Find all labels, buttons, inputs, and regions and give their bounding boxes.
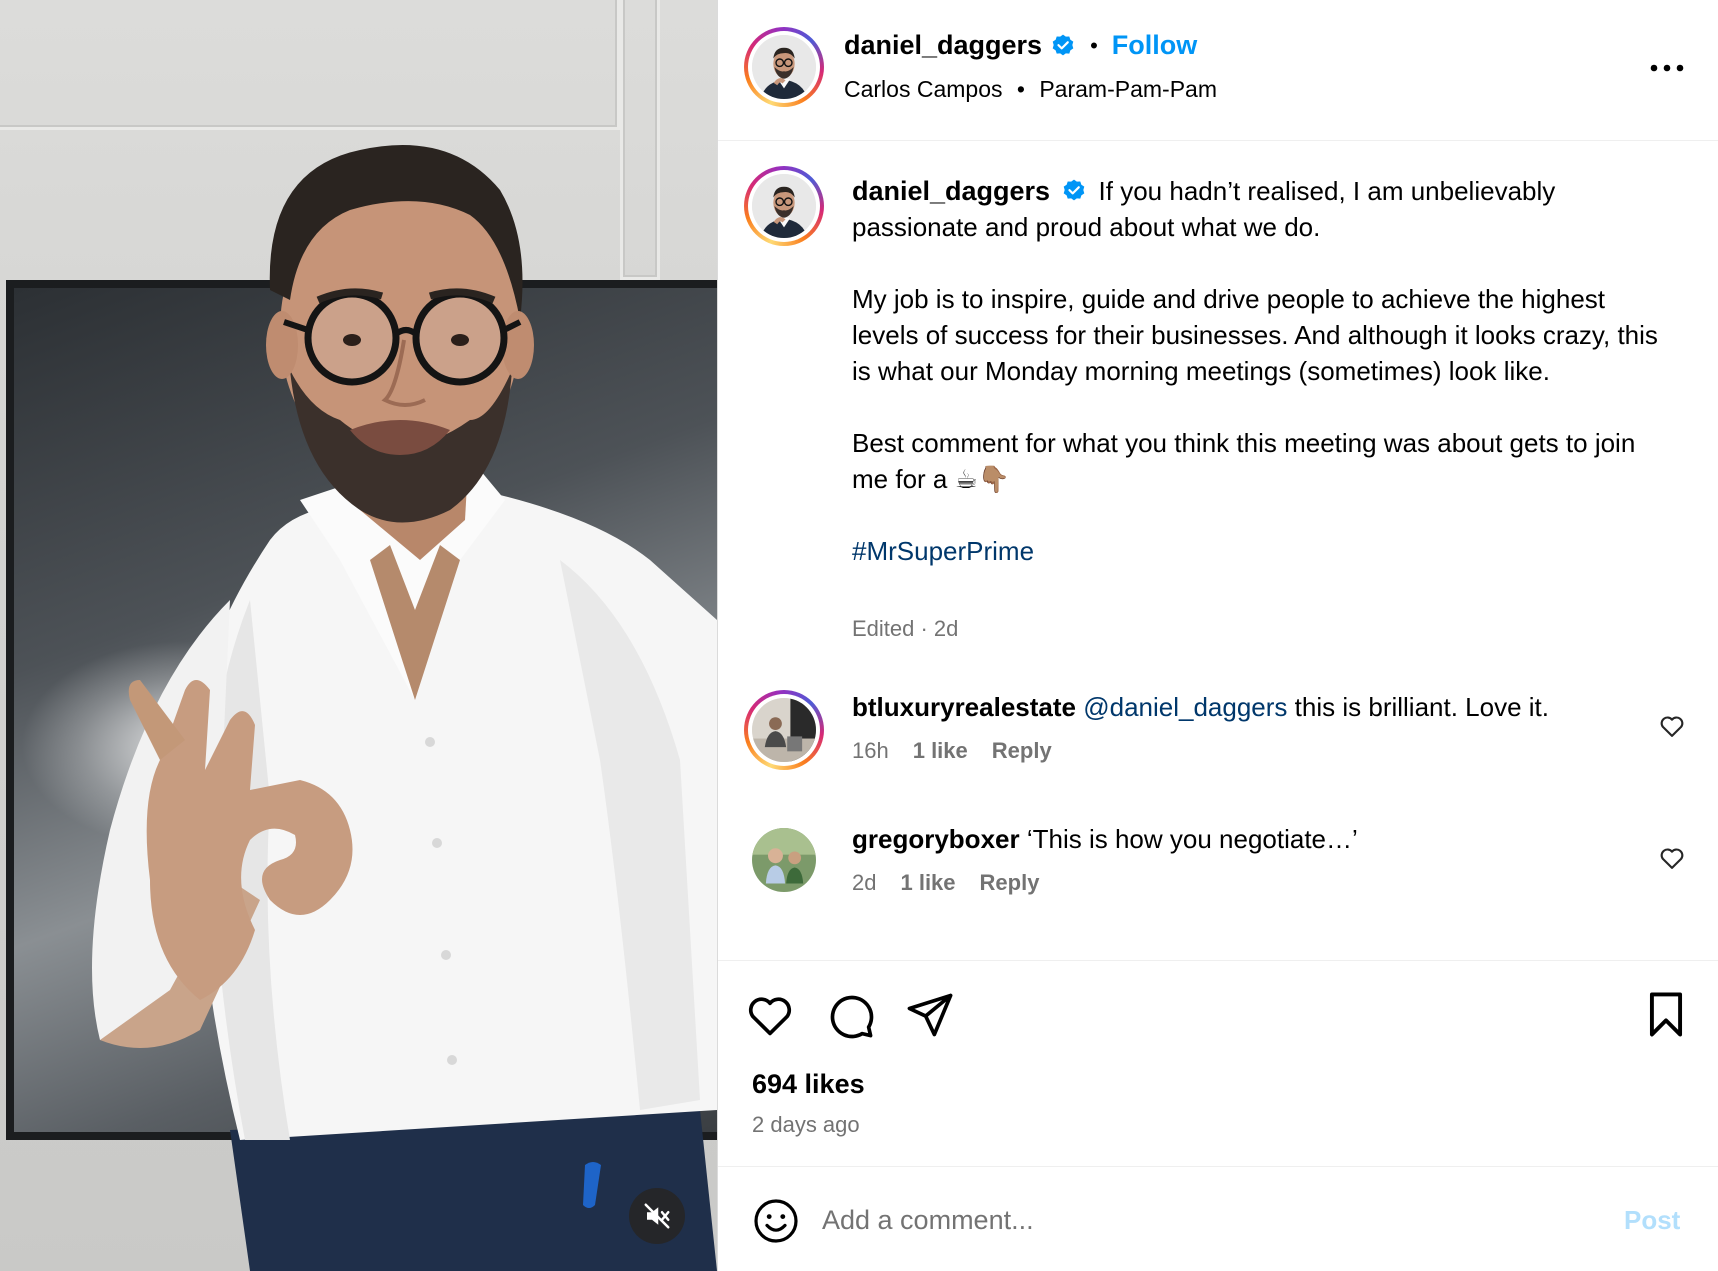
comment-bubble-icon[interactable] — [824, 989, 876, 1041]
audio-separator: • — [1016, 76, 1025, 102]
comment-text: btluxuryrealestate @daniel_daggers this … — [852, 690, 1652, 724]
header-user-line: daniel_daggers • Follow — [844, 30, 1197, 61]
comment-time: 16h — [852, 738, 889, 763]
comment-likes[interactable]: 1 like — [913, 738, 968, 764]
author-avatar[interactable] — [744, 27, 824, 107]
verified-badge-icon — [1052, 34, 1074, 55]
caption-avatar-image — [752, 174, 816, 238]
emoji-icon[interactable] — [752, 1197, 800, 1245]
comment-meta: 2d 1 like Reply — [852, 870, 1039, 896]
comment-likes[interactable]: 1 like — [900, 870, 955, 896]
paper-plane-icon[interactable] — [904, 989, 956, 1041]
post-side-panel: daniel_daggers • Follow Carlos Campos • … — [717, 0, 1718, 1271]
comment-body: this is brilliant. Love it. — [1294, 692, 1549, 722]
audio-artist[interactable]: Carlos Campos — [844, 76, 1003, 102]
audio-attribution[interactable]: Carlos Campos • Param-Pam-Pam — [844, 76, 1217, 103]
caption-text: daniel_daggers If you hadn’t realised, I… — [852, 173, 1672, 605]
author-avatar-image — [752, 35, 816, 99]
add-comment-bar: Post — [718, 1166, 1718, 1271]
likes-count[interactable]: 694 likes — [752, 1069, 865, 1100]
commenter-avatar[interactable] — [744, 690, 824, 770]
post-actions: 694 likes 2 days ago — [718, 960, 1718, 1166]
post-time: 2 days ago — [752, 1112, 860, 1137]
commenter-avatar-image — [752, 828, 816, 892]
caption-paragraph-3: Best comment for what you think this mee… — [852, 428, 1636, 494]
more-options-button[interactable] — [1644, 50, 1690, 86]
audio-title[interactable]: Param-Pam-Pam — [1039, 76, 1217, 102]
caption-meta: Edited · 2d — [852, 616, 959, 641]
caption-paragraph-2: My job is to inspire, guide and drive pe… — [852, 284, 1658, 386]
speaker-muted-icon — [644, 1203, 670, 1229]
mute-toggle-button[interactable] — [629, 1188, 685, 1244]
commenter-avatar[interactable] — [752, 828, 816, 892]
comment-input[interactable] — [822, 1195, 1542, 1245]
post-dialog: daniel_daggers • Follow Carlos Campos • … — [0, 0, 1718, 1271]
caption-hashtag[interactable]: #MrSuperPrime — [852, 533, 1672, 569]
bookmark-icon[interactable] — [1640, 989, 1692, 1041]
post-header: daniel_daggers • Follow Carlos Campos • … — [718, 0, 1718, 141]
comment-reply-button[interactable]: Reply — [992, 738, 1052, 764]
heart-icon[interactable] — [1658, 844, 1686, 872]
comment-text: gregoryboxer ‘This is how you negotiate…… — [852, 822, 1652, 856]
post-comment-button[interactable]: Post — [1624, 1205, 1680, 1236]
comment-reply-button[interactable]: Reply — [980, 870, 1040, 896]
comment-username[interactable]: gregoryboxer — [852, 824, 1020, 854]
heart-icon[interactable] — [744, 989, 796, 1041]
author-username[interactable]: daniel_daggers — [844, 30, 1042, 61]
heart-icon[interactable] — [1658, 712, 1686, 740]
comment-username[interactable]: btluxuryrealestate — [852, 692, 1076, 722]
comment-body: ‘This is how you negotiate…’ — [1026, 824, 1358, 854]
caption-author-avatar[interactable] — [744, 166, 824, 246]
header-separator: • — [1090, 32, 1098, 58]
commenter-avatar-image — [752, 698, 816, 762]
follow-button[interactable]: Follow — [1112, 30, 1197, 61]
caption-paragraph-1: daniel_daggers If you hadn’t realised, I… — [852, 173, 1672, 245]
comment-meta: 16h 1 like Reply — [852, 738, 1052, 764]
comment-time: 2d — [852, 870, 877, 895]
caption-username[interactable]: daniel_daggers — [852, 176, 1050, 206]
video-frame-person — [92, 145, 717, 1271]
post-video[interactable] — [0, 0, 717, 1271]
more-options-icon — [1650, 64, 1684, 72]
comment-mention[interactable]: @daniel_daggers — [1083, 692, 1287, 722]
verified-badge-icon — [1064, 179, 1085, 201]
